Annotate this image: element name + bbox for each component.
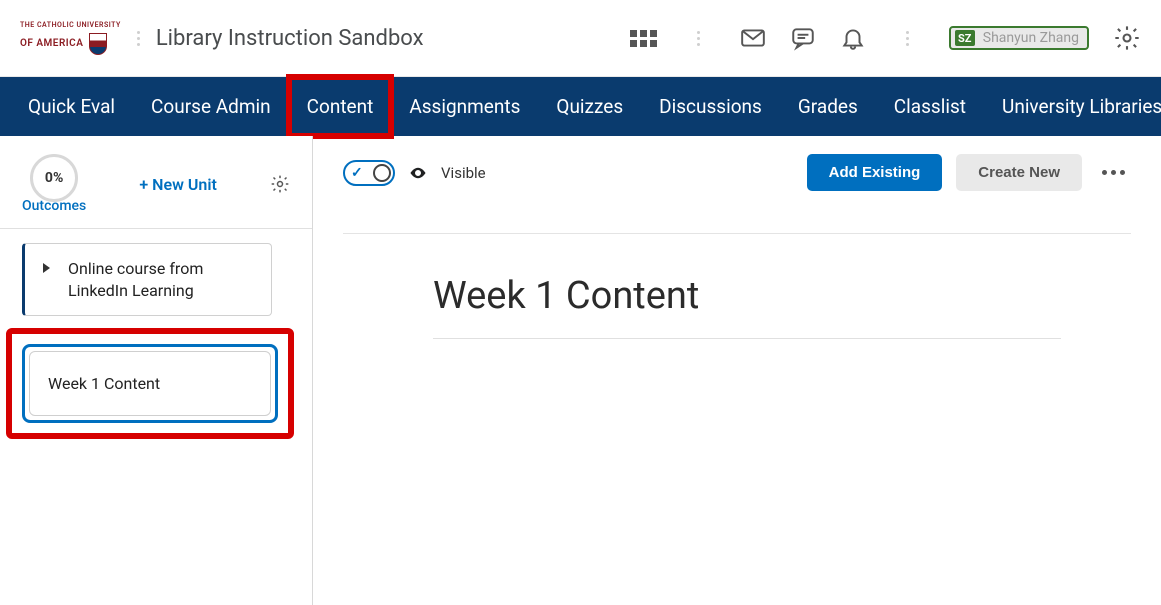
outcomes-percent: 0% [30,154,78,202]
new-unit-label: New Unit [152,175,217,194]
highlight-box: Week 1 Content [6,328,294,439]
shield-icon [89,33,107,55]
nav-university-libraries[interactable]: University Libraries [984,77,1161,136]
add-existing-button[interactable]: Add Existing [807,154,943,191]
nav-assignments[interactable]: Assignments [391,77,538,136]
content-sidebar: 0% Outcomes + New Unit Online course fro… [0,136,313,605]
selection-ring: Week 1 Content [22,344,278,423]
create-new-button[interactable]: Create New [956,154,1082,191]
nav-classlist[interactable]: Classlist [876,77,984,136]
user-menu[interactable]: SZ Shanyun Zhang [949,26,1089,50]
gear-icon[interactable] [1113,24,1141,52]
visibility-label: Visible [441,164,486,182]
eye-icon [409,164,427,182]
page-title: Week 1 Content [433,274,1061,339]
outcomes-button[interactable]: 0% Outcomes [22,154,86,214]
nav-quick-eval[interactable]: Quick Eval [10,77,133,136]
chat-icon[interactable] [790,25,816,51]
header-divider-icon [697,31,700,46]
logo-line2: OF AMERICA [20,38,83,49]
visibility-toggle[interactable]: ✓ [343,160,395,186]
nav-grades[interactable]: Grades [780,77,876,136]
check-icon: ✓ [351,165,363,181]
caret-right-icon [43,263,50,273]
nav-content[interactable]: Content [289,77,392,136]
course-title[interactable]: Library Instruction Sandbox [156,26,424,51]
content-main: ✓ Visible Add Existing Create New [313,136,1161,605]
nav-course-admin[interactable]: Course Admin [133,77,289,136]
institution-logo[interactable]: THE CATHOLIC UNIVERSITY OF AMERICA [20,22,121,55]
unit-item-label: Online course from LinkedIn Learning [68,258,253,301]
unit-item-week1[interactable]: Week 1 Content [29,351,271,416]
new-unit-button[interactable]: + New Unit [139,175,217,194]
bell-icon[interactable] [840,25,866,51]
sidebar-gear-icon[interactable] [270,174,290,194]
more-actions-icon[interactable] [1096,164,1131,181]
plus-icon: + [139,175,148,194]
toggle-knob [373,164,391,182]
mail-icon[interactable] [740,25,766,51]
top-header: THE CATHOLIC UNIVERSITY OF AMERICA Libra… [0,0,1161,77]
unit-item-linkedin[interactable]: Online course from LinkedIn Learning [22,243,272,316]
logo-line1: CATHOLIC UNIVERSITY [37,21,121,29]
nav-discussions[interactable]: Discussions [641,77,780,136]
apps-grid-icon[interactable] [630,30,657,47]
course-navbar: Quick Eval Course Admin Content Assignme… [0,77,1161,136]
header-divider-icon [137,31,140,46]
logo-prefix: THE [20,21,37,29]
header-icon-row: SZ Shanyun Zhang [630,24,1141,52]
nav-quizzes[interactable]: Quizzes [538,77,641,136]
header-divider-icon [906,31,909,46]
user-name-label: Shanyun Zhang [983,30,1079,46]
user-initials-badge: SZ [955,30,975,46]
